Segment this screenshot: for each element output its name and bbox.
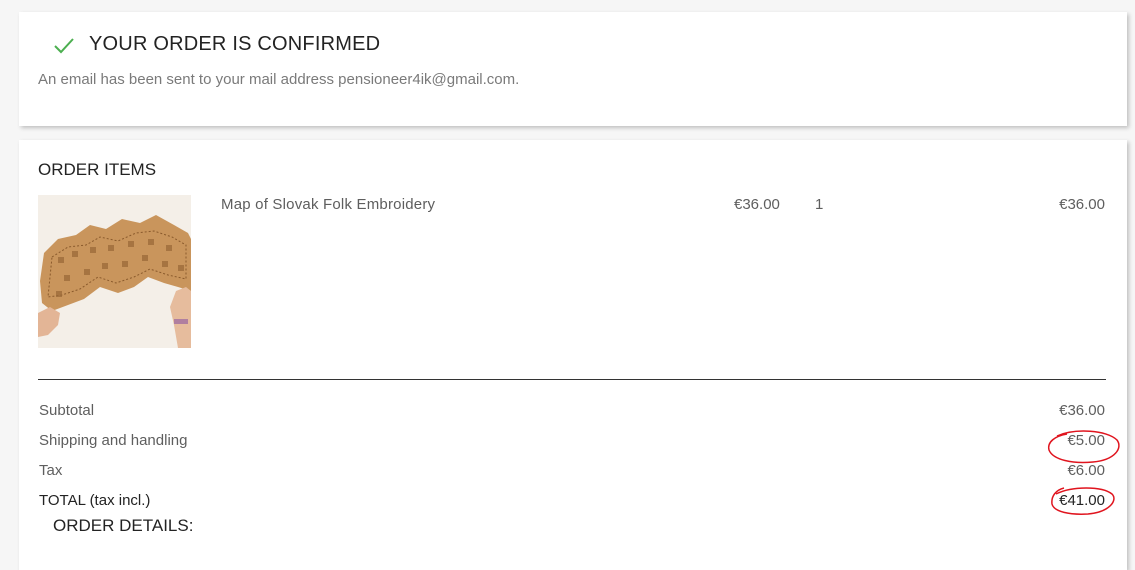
product-image[interactable] <box>38 195 191 348</box>
embroidery-map-illustration <box>38 195 191 348</box>
line-total: €36.00 <box>1059 196 1105 213</box>
total-value: €41.00 <box>1059 492 1105 509</box>
confirmation-title: YOUR ORDER IS CONFIRMED <box>89 33 381 55</box>
order-items-title: ORDER ITEMS <box>38 160 157 179</box>
tax-label: Tax <box>39 462 63 479</box>
check-icon <box>54 38 74 54</box>
divider <box>38 379 1106 380</box>
shipping-value: €5.00 <box>1067 432 1105 449</box>
total-label: TOTAL (tax incl.) <box>39 492 151 509</box>
order-confirmation-card: YOUR ORDER IS CONFIRMED An email has bee… <box>19 12 1127 126</box>
order-details-title: ORDER DETAILS: <box>53 516 194 535</box>
order-items-card: ORDER ITEMS Map of Slovak Folk Embroider… <box>19 140 1127 570</box>
email-sent-message: An email has been sent to your mail addr… <box>38 71 520 88</box>
tax-value: €6.00 <box>1067 462 1105 479</box>
subtotal-value: €36.00 <box>1059 402 1105 419</box>
shipping-label: Shipping and handling <box>39 432 188 449</box>
product-name[interactable]: Map of Slovak Folk Embroidery <box>221 196 435 213</box>
unit-price: €36.00 <box>734 196 780 213</box>
subtotal-label: Subtotal <box>39 402 95 419</box>
quantity: 1 <box>815 196 824 213</box>
